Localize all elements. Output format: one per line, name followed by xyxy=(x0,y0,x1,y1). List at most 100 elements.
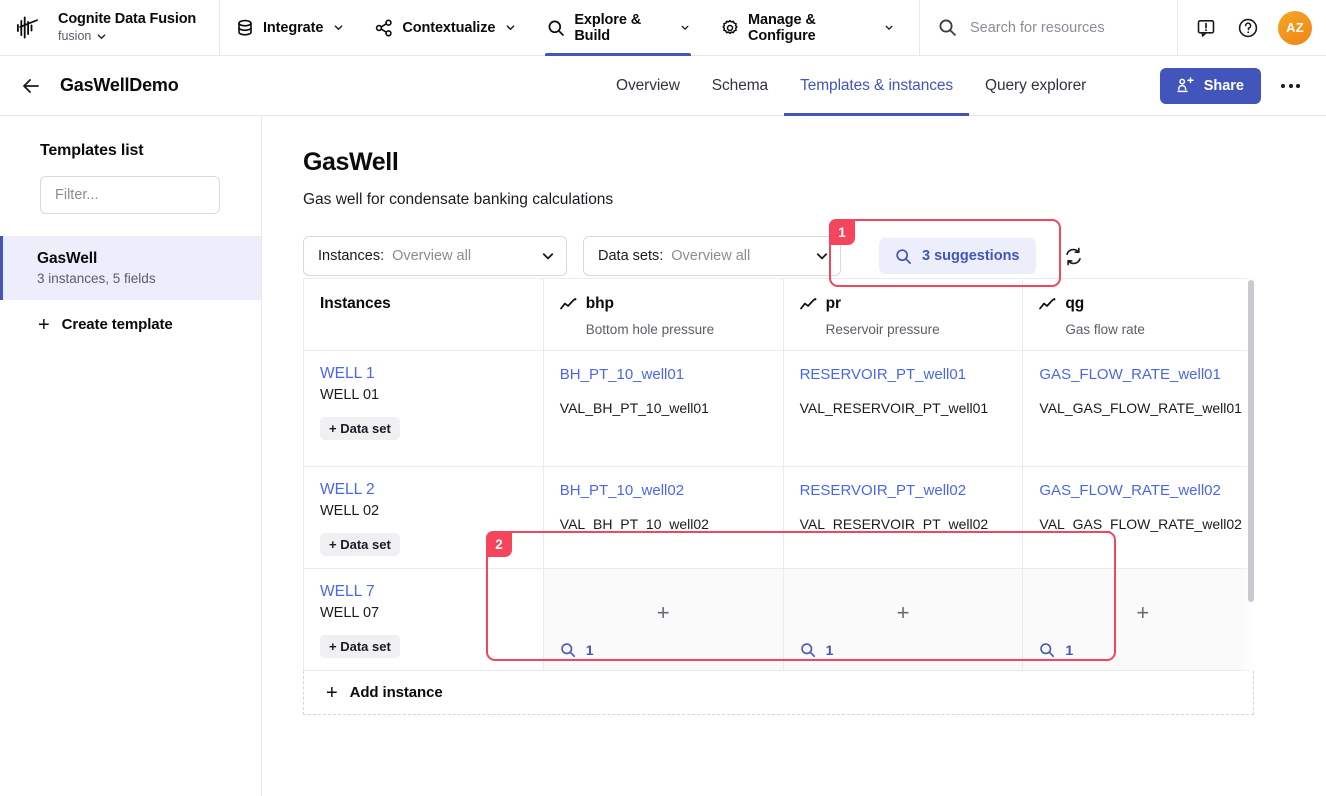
help-button[interactable] xyxy=(1230,10,1266,46)
chevron-down-icon xyxy=(816,253,828,260)
field-cell-pr[interactable]: RESERVOIR_PT_well01 VAL_RESERVOIR_PT_wel… xyxy=(782,350,1024,467)
instance-external-id: WELL 07 xyxy=(320,605,380,621)
template-description: Gas well for condensate banking calculat… xyxy=(303,191,614,208)
field-cell-pr-empty[interactable]: + 1 xyxy=(782,568,1024,671)
instance-name-link[interactable]: WELL 2 xyxy=(320,481,527,499)
table-vertical-scrollbar[interactable] xyxy=(1248,280,1254,602)
table-body: WELL 1 WELL 01 + Data set BH_PT_10_well0… xyxy=(303,350,1254,671)
refresh-button[interactable] xyxy=(1057,239,1091,273)
cell-suggestion-badge[interactable]: 1 xyxy=(1039,642,1073,658)
datasets-select[interactable]: Data sets: Overview all xyxy=(583,236,841,276)
tab-query-explorer[interactable]: Query explorer xyxy=(969,56,1102,116)
share-nodes-icon xyxy=(376,18,393,36)
instances-select[interactable]: Instances: Overview all xyxy=(303,236,567,276)
feedback-button[interactable] xyxy=(1188,10,1224,46)
nav-item-integrate-label: Integrate xyxy=(263,19,324,36)
field-cell-bhp[interactable]: BH_PT_10_well02 VAL_BH_PT_10_well02 xyxy=(542,466,784,569)
sidebar-item-gaswell[interactable]: GasWell 3 instances, 5 fields xyxy=(0,236,261,300)
app-window: Cognite Data Fusion fusion Integrate Con… xyxy=(0,0,1326,796)
share-button[interactable]: Share xyxy=(1159,68,1261,104)
help-circle-icon xyxy=(1238,18,1258,37)
column-header-qg-top: qg xyxy=(1039,295,1246,313)
column-header-pr[interactable]: pr Reservoir pressure xyxy=(782,278,1024,351)
timeseries-name: VAL_RESERVOIR_PT_well02 xyxy=(799,516,989,532)
field-cell-qg[interactable]: GAS_FLOW_RATE_well01 VAL_GAS_FLOW_RATE_w… xyxy=(1022,350,1254,467)
brand-title: Cognite Data Fusion xyxy=(58,11,197,27)
cell-suggestion-badge[interactable]: 1 xyxy=(560,642,594,658)
templates-filter-input[interactable]: Filter... xyxy=(40,176,220,214)
field-cell-bhp-empty[interactable]: + 1 xyxy=(542,568,784,671)
add-timeseries-plus-icon[interactable]: + xyxy=(544,602,783,624)
add-dataset-chip[interactable]: + Data set xyxy=(320,533,400,556)
timeseries-link[interactable]: RESERVOIR_PT_well02 xyxy=(800,481,1007,500)
more-options-button[interactable] xyxy=(1271,74,1310,98)
nav-item-manage-and-configure-label: Manage & Configure xyxy=(748,11,816,44)
tab-overview[interactable]: Overview xyxy=(600,56,696,116)
add-dataset-chip[interactable]: + Data set xyxy=(320,635,400,658)
column-header-qg-desc: Gas flow rate xyxy=(1065,322,1145,337)
table-head: Instances bhp Bottom hole pressure pr Re… xyxy=(303,278,1254,351)
nav-item-contextualize-label: Contextualize xyxy=(402,19,496,36)
nav-item-contextualize[interactable]: Contextualize xyxy=(359,0,531,56)
timeseries-link[interactable]: GAS_FLOW_RATE_well01 xyxy=(1039,365,1246,384)
instance-external-id: WELL 01 xyxy=(320,387,380,403)
timeseries-link[interactable]: BH_PT_10_well02 xyxy=(560,481,767,500)
instance-name-link[interactable]: WELL 1 xyxy=(320,365,527,383)
share-button-label: Share xyxy=(1203,78,1244,94)
timeseries-name: VAL_BH_PT_10_well02 xyxy=(559,516,709,532)
brand-project[interactable]: fusion xyxy=(58,29,196,44)
column-header-instances-label: Instances xyxy=(320,295,391,312)
timeseries-name: VAL_BH_PT_10_well01 xyxy=(559,400,709,416)
nav-item-explore-and-build[interactable]: Explore & Build xyxy=(531,0,705,56)
field-cell-qg-empty[interactable]: + 1 xyxy=(1022,568,1254,671)
add-timeseries-plus-icon[interactable]: + xyxy=(1023,602,1254,624)
more-dot xyxy=(1296,84,1300,88)
avatar-initials: AZ xyxy=(1286,20,1304,35)
global-search[interactable]: Search for resources xyxy=(919,0,1177,56)
sidebar-item-meta: 3 instances, 5 fields xyxy=(37,271,156,286)
field-cell-pr[interactable]: RESERVOIR_PT_well02 VAL_RESERVOIR_PT_wel… xyxy=(782,466,1024,569)
suggestions-button[interactable]: 3 suggestions xyxy=(879,238,1036,274)
field-cell-qg[interactable]: GAS_FLOW_RATE_well02 VAL_GAS_FLOW_RATE_w… xyxy=(1022,466,1254,569)
feedback-icon xyxy=(1197,19,1215,37)
add-dataset-chip[interactable]: + Data set xyxy=(320,417,400,440)
column-header-bhp[interactable]: bhp Bottom hole pressure xyxy=(542,278,784,351)
brand-project-label: fusion xyxy=(58,29,92,43)
instances-table-wrapper: Instances bhp Bottom hole pressure pr Re… xyxy=(303,278,1254,715)
brand-project-switcher[interactable]: Cognite Data Fusion fusion xyxy=(0,0,220,56)
column-header-bhp-top: bhp xyxy=(559,295,767,313)
chevron-down-icon xyxy=(334,25,343,31)
top-navigation-bar: Cognite Data Fusion fusion Integrate Con… xyxy=(0,0,1326,56)
add-instance-button[interactable]: + Add instance xyxy=(303,671,1254,715)
timeseries-link[interactable]: GAS_FLOW_RATE_well02 xyxy=(1039,481,1246,500)
chevron-down-icon xyxy=(98,34,106,39)
search-icon xyxy=(1040,643,1055,658)
search-icon xyxy=(939,19,956,36)
tab-templates-and-instances[interactable]: Templates & instances xyxy=(784,56,970,116)
nav-item-integrate[interactable]: Integrate xyxy=(220,0,359,56)
instance-cell: WELL 1 WELL 01 + Data set xyxy=(303,350,544,467)
instance-name-link[interactable]: WELL 7 xyxy=(320,583,527,601)
field-cell-bhp[interactable]: BH_PT_10_well01 VAL_BH_PT_10_well01 xyxy=(542,350,784,467)
add-timeseries-plus-icon[interactable]: + xyxy=(784,602,1023,624)
nav-item-manage-and-configure[interactable]: Manage & Configure xyxy=(705,0,909,56)
chevron-down-icon xyxy=(542,253,554,260)
share-people-icon xyxy=(1176,77,1194,93)
chevron-down-icon xyxy=(885,25,893,30)
timeseries-link[interactable]: RESERVOIR_PT_well01 xyxy=(800,365,1007,384)
templates-filter-placeholder: Filter... xyxy=(55,187,99,203)
instances-table-scroll[interactable]: Instances bhp Bottom hole pressure pr Re… xyxy=(303,278,1254,671)
back-arrow-icon[interactable] xyxy=(20,75,42,97)
cell-suggestion-badge[interactable]: 1 xyxy=(800,642,833,658)
sidebar-item-label: GasWell xyxy=(37,250,98,267)
timeseries-link[interactable]: BH_PT_10_well01 xyxy=(560,365,767,384)
create-template-label: Create template xyxy=(61,316,173,333)
column-header-qg[interactable]: qg Gas flow rate xyxy=(1022,278,1254,351)
tab-schema[interactable]: Schema xyxy=(696,56,784,116)
search-icon xyxy=(800,643,815,658)
avatar[interactable]: AZ xyxy=(1278,10,1312,45)
timeseries-name: VAL_RESERVOIR_PT_well01 xyxy=(799,400,989,416)
cell-suggestion-count: 1 xyxy=(1065,642,1074,658)
create-template-button[interactable]: + Create template xyxy=(0,300,261,335)
plus-icon: + xyxy=(326,681,338,704)
